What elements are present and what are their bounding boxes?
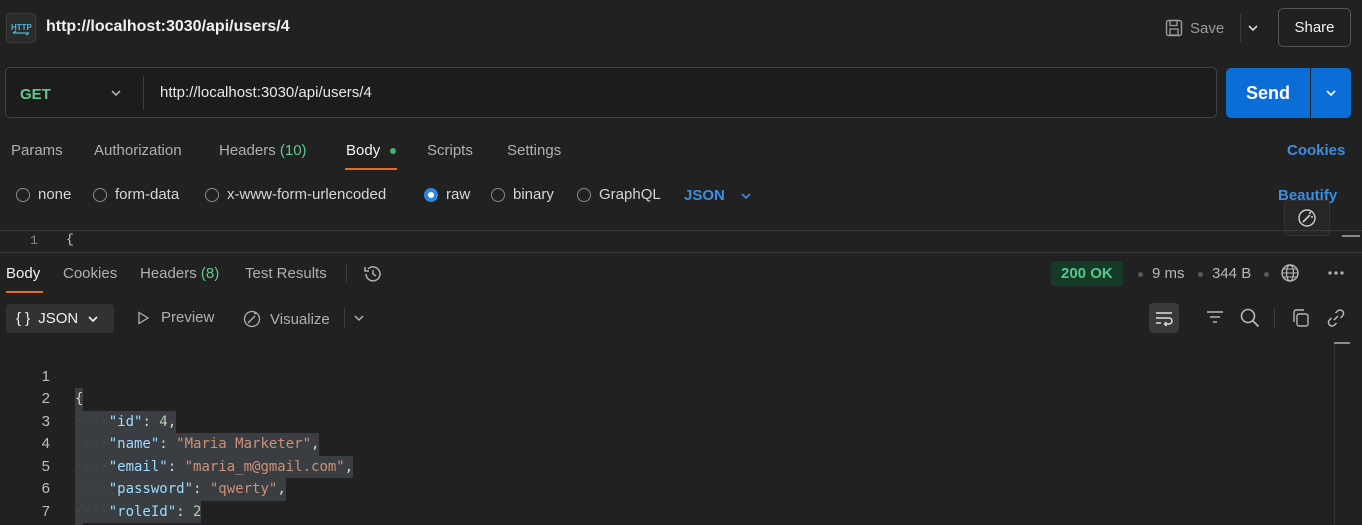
separator-dot	[1264, 272, 1269, 277]
scrollbar-thumb[interactable]	[1334, 342, 1350, 344]
separator-dot	[1138, 272, 1143, 277]
copy-icon[interactable]	[1290, 307, 1312, 329]
visualize-label: Visualize	[270, 310, 330, 328]
svg-text:HTTP: HTTP	[11, 23, 33, 32]
scrollbar-track[interactable]	[1334, 343, 1335, 525]
line-number: 7	[41, 502, 50, 520]
radio-none[interactable]: none	[16, 186, 71, 203]
body-modified-dot	[390, 148, 396, 154]
cookies-link[interactable]: Cookies	[1287, 142, 1345, 159]
chevron-down-icon	[86, 312, 100, 326]
code-line: 4 ····"email": "maria_m@gmail.com",	[0, 411, 1340, 478]
radio-raw[interactable]: raw	[424, 186, 470, 203]
tab-headers[interactable]: Headers (10)	[219, 142, 307, 159]
link-icon[interactable]	[1325, 307, 1347, 329]
response-tab-cookies[interactable]: Cookies	[63, 265, 117, 282]
method-select[interactable]: GET	[20, 86, 51, 103]
radio-circle	[577, 187, 591, 202]
history-icon[interactable]	[362, 263, 384, 285]
code-line: 3 ····"name": "Maria Marketer",	[0, 388, 1340, 456]
divider	[1274, 308, 1275, 328]
url-input[interactable]	[160, 84, 1160, 101]
active-tab-indicator	[345, 168, 397, 170]
play-icon	[135, 310, 151, 326]
save-button[interactable]: Save	[1164, 14, 1224, 42]
tab-headers-count: (10)	[279, 142, 307, 159]
save-icon	[1164, 18, 1184, 38]
divider	[344, 308, 345, 328]
filter-icon[interactable]	[1205, 308, 1225, 326]
chevron-down-icon[interactable]	[107, 84, 125, 102]
request-body-editor[interactable]	[0, 230, 1362, 252]
chevron-down-icon[interactable]	[351, 310, 367, 326]
code-line: 7 }	[0, 478, 1340, 525]
response-body-viewer[interactable]: 1 { 2 ····"id": 4, 3 ····"name": "Maria …	[0, 343, 1340, 525]
radio-circle	[205, 187, 219, 202]
preview-label: Preview	[161, 309, 215, 326]
divider	[346, 264, 347, 282]
more-options-icon[interactable]	[1326, 265, 1346, 281]
response-tab-body[interactable]: Body	[6, 265, 40, 282]
send-button[interactable]: Send	[1226, 68, 1310, 118]
language-label: JSON	[684, 187, 725, 204]
radio-graphql-label: GraphQL	[599, 186, 661, 203]
scrollbar[interactable]	[1342, 235, 1360, 237]
radio-urlencoded[interactable]: x-www-form-urlencoded	[205, 186, 386, 203]
preview-button[interactable]: Preview	[135, 309, 214, 326]
visualize-wand-icon	[242, 309, 262, 329]
response-tab-headers-count: (8)	[200, 265, 220, 282]
search-icon[interactable]	[1239, 307, 1261, 329]
tab-authorization[interactable]: Authorization	[94, 142, 182, 159]
radio-form-data-label: form-data	[115, 186, 180, 203]
response-time[interactable]: 9 ms	[1152, 265, 1185, 282]
tab-settings[interactable]: Settings	[507, 142, 561, 159]
braces-icon: { }	[16, 310, 31, 327]
tab-body[interactable]: Body	[346, 142, 380, 159]
radio-form-data[interactable]: form-data	[93, 186, 179, 203]
save-options-chevron-down-icon[interactable]	[1240, 14, 1264, 42]
radio-none-label: none	[38, 186, 72, 203]
wrap-lines-icon[interactable]	[1149, 303, 1179, 333]
url-divider	[143, 76, 144, 110]
language-select[interactable]: JSON	[684, 187, 753, 204]
line-number: 1	[30, 233, 38, 248]
response-format-label: JSON	[38, 310, 79, 327]
tab-scripts[interactable]: Scripts	[427, 142, 473, 159]
code-line: 2 ····"id": 4,	[0, 366, 1340, 433]
chevron-down-icon	[739, 189, 753, 203]
radio-graphql[interactable]: GraphQL	[577, 186, 661, 203]
response-tab-headers-label: Headers	[140, 265, 197, 282]
visualize-button[interactable]: Visualize	[242, 309, 330, 329]
response-tab-headers[interactable]: Headers (8)	[140, 265, 219, 282]
radio-circle	[491, 187, 505, 202]
code-line: 6 ····"roleId": 2	[0, 456, 1340, 523]
pane-divider[interactable]	[0, 252, 1362, 253]
response-tab-test-results[interactable]: Test Results	[245, 265, 327, 282]
separator-dot	[1198, 272, 1203, 277]
share-button[interactable]: Share	[1278, 8, 1351, 47]
code-line: 5 ····"password": "qwerty",	[0, 433, 1340, 501]
tab-headers-label: Headers	[219, 142, 276, 159]
code-line: 1 {	[0, 343, 1340, 411]
status-badge[interactable]: 200 OK	[1051, 261, 1123, 286]
radio-binary[interactable]: binary	[491, 186, 554, 203]
active-tab-indicator	[6, 291, 43, 293]
request-title[interactable]: http://localhost:3030/api/users/4	[46, 18, 290, 36]
globe-icon[interactable]	[1280, 263, 1300, 283]
tab-params[interactable]: Params	[11, 142, 63, 159]
radio-binary-label: binary	[513, 186, 554, 203]
radio-circle	[93, 187, 107, 202]
radio-circle	[16, 187, 30, 202]
http-request-icon: HTTP	[6, 13, 36, 43]
response-format-select[interactable]: { } JSON	[6, 304, 114, 333]
radio-circle-selected	[424, 187, 438, 202]
save-label: Save	[1190, 19, 1225, 37]
radio-raw-label: raw	[446, 186, 471, 203]
editor-code: {	[66, 232, 74, 247]
radio-urlencoded-label: x-www-form-urlencoded	[227, 186, 387, 203]
send-options-chevron-down-icon[interactable]	[1311, 68, 1351, 118]
code-text: ····"roleId": 2	[75, 500, 202, 523]
response-size[interactable]: 344 B	[1212, 265, 1251, 282]
